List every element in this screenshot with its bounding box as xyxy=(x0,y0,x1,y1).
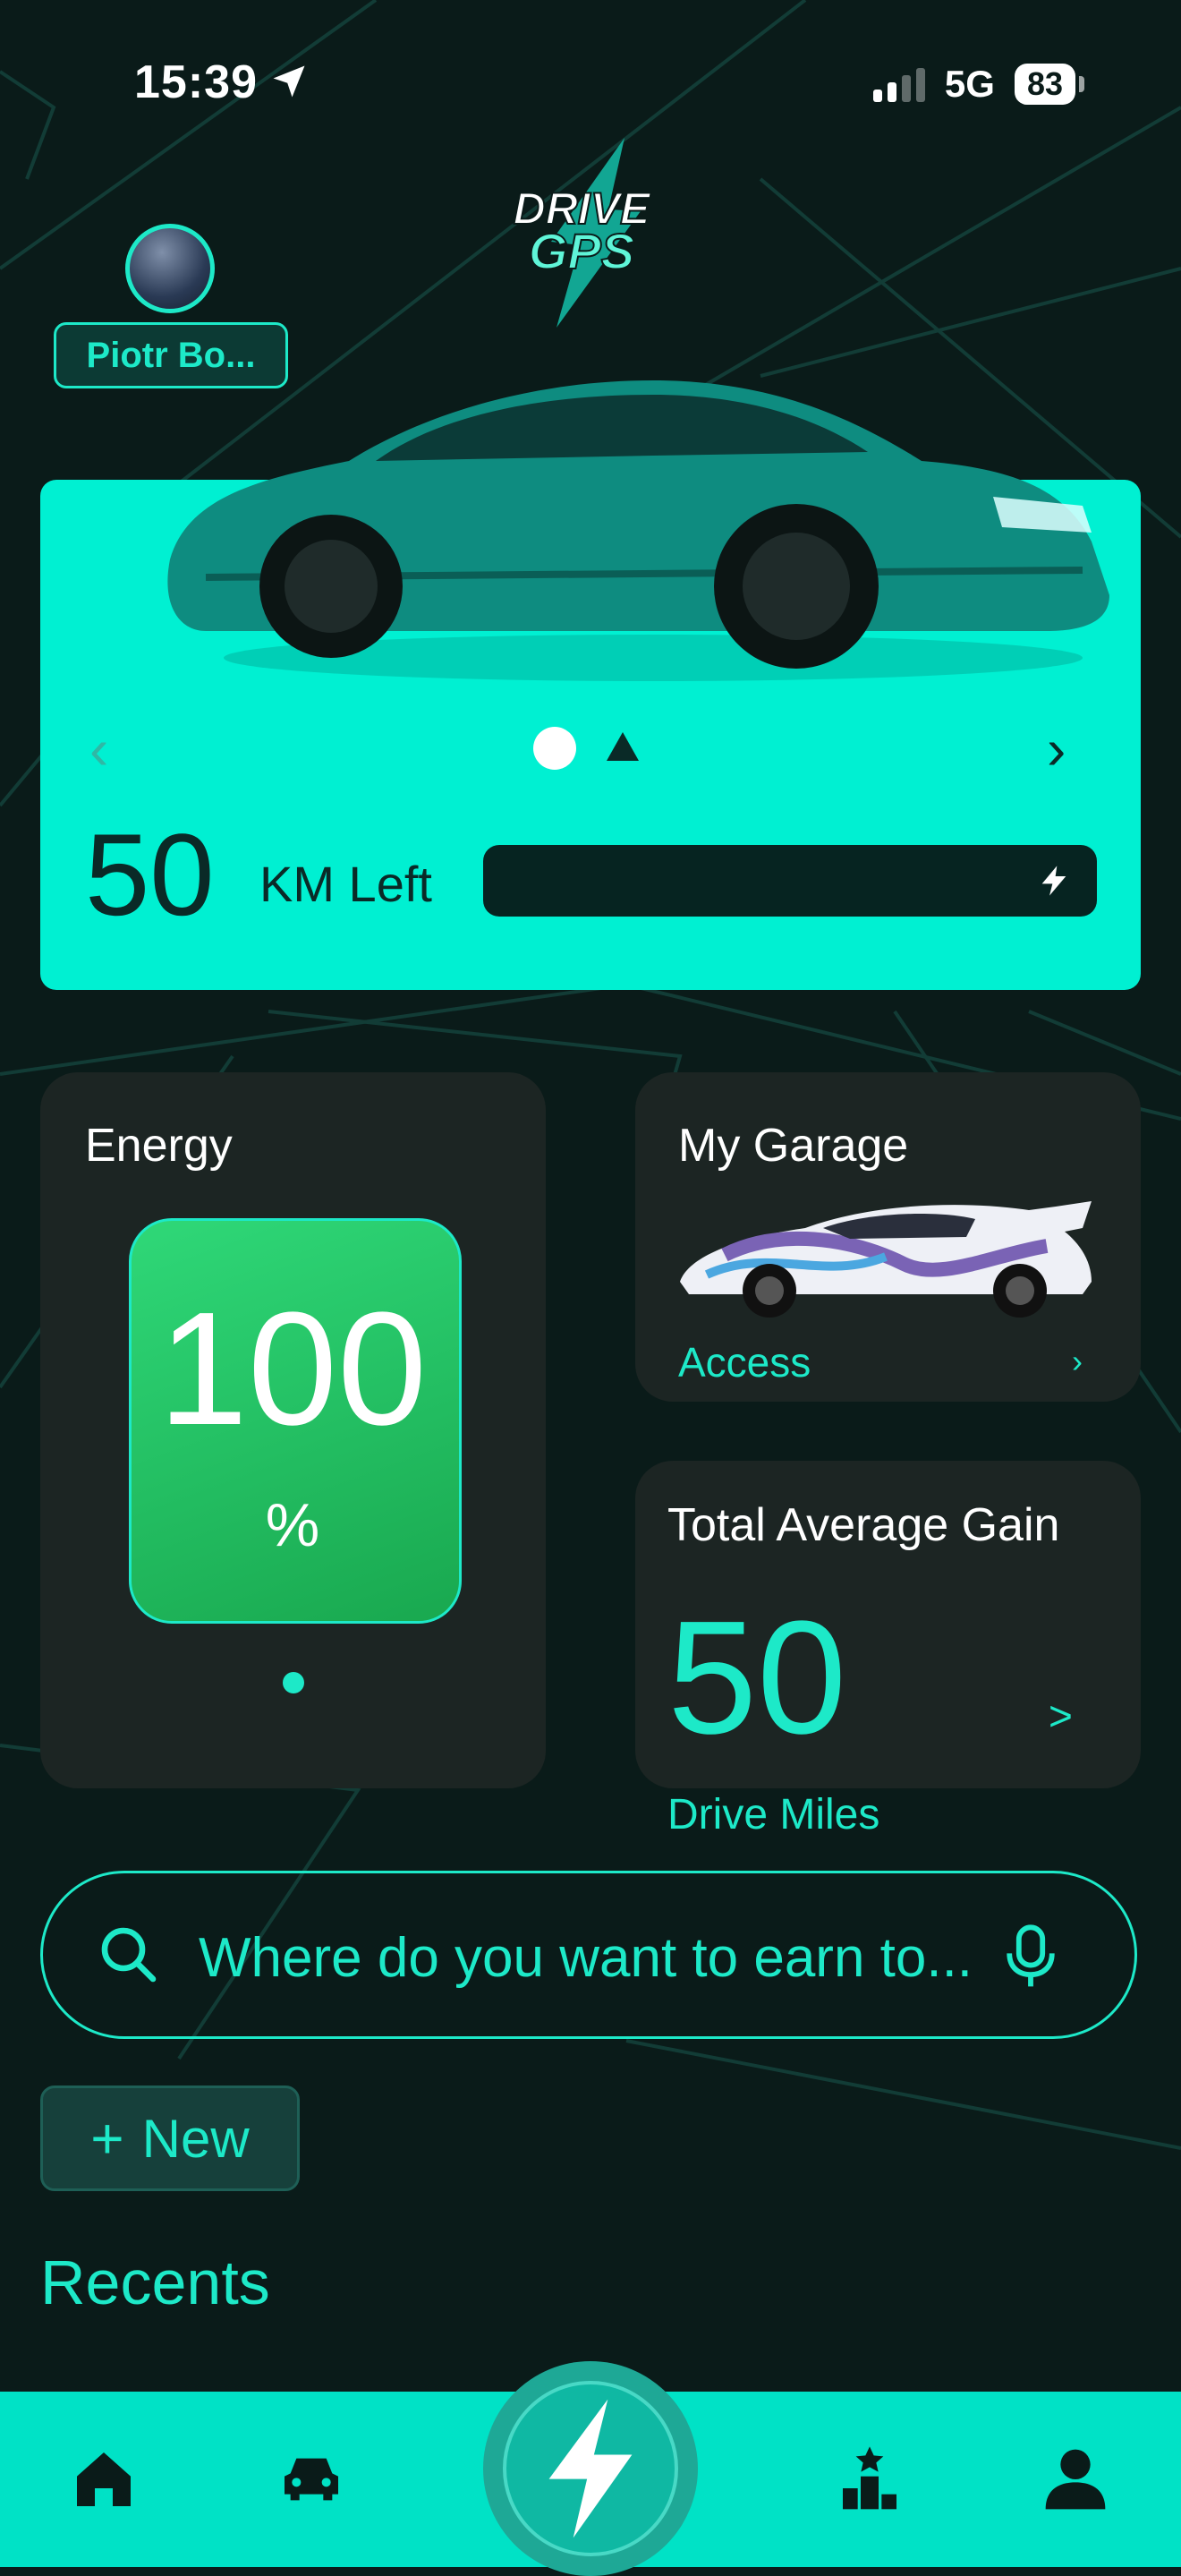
bolt-icon xyxy=(548,2399,633,2538)
garage-car-image xyxy=(680,1201,1092,1318)
status-time: 15:39 xyxy=(134,56,258,108)
signal-icon xyxy=(872,66,925,102)
bolt-icon xyxy=(1041,866,1066,896)
next-vehicle-button[interactable]: › xyxy=(1047,716,1066,782)
recents-heading: Recents xyxy=(40,2248,270,2317)
range-value: 50 xyxy=(85,809,215,940)
car-icon[interactable] xyxy=(276,2444,347,2515)
garage-title: My Garage xyxy=(678,1120,909,1172)
gain-title: Total Average Gain xyxy=(667,1499,1060,1551)
energy-value: 100 xyxy=(157,1279,428,1459)
prev-vehicle-button[interactable]: ‹ xyxy=(89,716,108,782)
home-icon[interactable] xyxy=(68,2444,140,2515)
new-button-label: New xyxy=(141,2108,250,2169)
plus-icon: + xyxy=(90,2106,124,2171)
carousel-dot-active[interactable] xyxy=(533,727,576,770)
status-indicators: 5G 83 xyxy=(872,63,1085,106)
leaderboard-icon[interactable] xyxy=(834,2444,905,2515)
carousel-triangle-indicator[interactable] xyxy=(607,732,639,761)
vehicle-image xyxy=(167,380,1110,681)
logo-text-gps: GPS xyxy=(529,223,634,279)
chevron-right-icon[interactable]: › xyxy=(1072,1343,1083,1380)
gain-chevron-icon[interactable]: > xyxy=(1049,1692,1073,1740)
drive-gps-logo: DRIVE GPS xyxy=(513,138,652,328)
avatar[interactable] xyxy=(125,224,215,313)
energy-title: Energy xyxy=(85,1120,233,1172)
charge-progress-bar xyxy=(483,845,1097,917)
search-input[interactable]: Where do you want to earn to... xyxy=(199,1926,973,1990)
energy-unit: % xyxy=(265,1491,320,1559)
battery-icon: 83 xyxy=(1014,64,1085,105)
range-label: KM Left xyxy=(259,856,432,912)
microphone-icon[interactable] xyxy=(1002,1923,1059,1989)
gain-value: 50 xyxy=(667,1588,847,1768)
garage-access-link[interactable]: Access xyxy=(678,1338,811,1386)
search-icon xyxy=(101,1927,157,1983)
energy-page-dot xyxy=(283,1672,304,1693)
profile-icon[interactable] xyxy=(1040,2444,1111,2515)
network-label: 5G xyxy=(944,63,995,105)
new-button[interactable]: + New xyxy=(40,2086,300,2191)
gain-unit: Drive Miles xyxy=(667,1791,880,1838)
location-arrow-icon xyxy=(273,65,305,98)
